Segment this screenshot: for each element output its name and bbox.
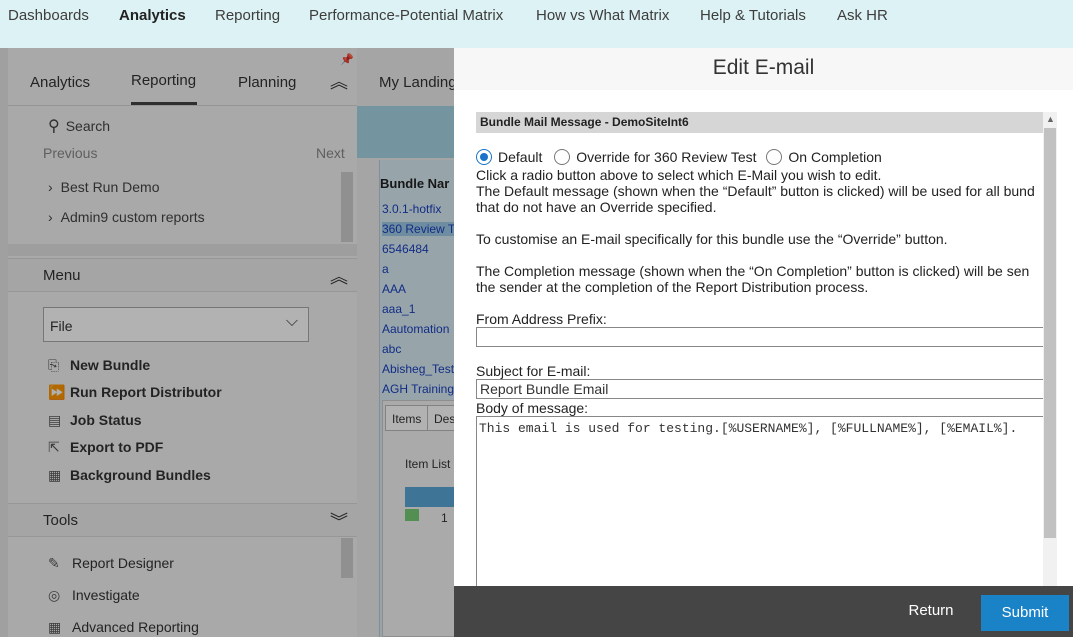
return-button[interactable]: Return	[893, 595, 969, 627]
edit-email-dialog: Edit E-mail Bundle Mail Message - DemoSi…	[454, 48, 1073, 637]
radio-button-override[interactable]	[554, 149, 571, 165]
nav-help-tutorials[interactable]: Help & Tutorials	[700, 7, 806, 24]
nav-how-vs-what-matrix[interactable]: How vs What Matrix	[536, 7, 669, 24]
dialog-footer: Return Submit	[454, 586, 1073, 637]
dialog-header: Edit E-mail	[454, 48, 1073, 90]
nav-dashboards[interactable]: Dashboards	[8, 7, 89, 24]
radio-on-completion[interactable]: On Completion	[766, 149, 882, 165]
nav-analytics[interactable]: Analytics	[119, 7, 186, 24]
body-label: Body of message:	[476, 400, 589, 416]
instruction-text: that do not have an Override specified.	[476, 199, 717, 215]
dialog-content: Bundle Mail Message - DemoSiteInt6 Defau…	[476, 112, 1043, 586]
nav-ask-hr[interactable]: Ask HR	[837, 7, 888, 24]
message-type-radio-group: Default Override for 360 Review Test On …	[476, 149, 882, 165]
dialog-title: Edit E-mail	[712, 56, 815, 79]
bundle-mail-message-bar: Bundle Mail Message - DemoSiteInt6	[476, 112, 1043, 133]
instruction-text: The Default message (shown when the “Def…	[476, 183, 1035, 199]
scroll-up-icon[interactable]: ▲	[1046, 114, 1055, 124]
nav-performance-potential-matrix[interactable]: Performance-Potential Matrix	[309, 7, 503, 24]
top-navigation-bar: Dashboards Analytics Reporting Performan…	[0, 0, 1073, 48]
instruction-text: The Completion message (shown when the “…	[476, 263, 1030, 279]
instruction-text: To customise an E-mail specifically for …	[476, 231, 948, 247]
radio-button-on-completion[interactable]	[766, 149, 783, 165]
submit-button[interactable]: Submit	[981, 595, 1069, 631]
body-textarea[interactable]: This email is used for testing.[%USERNAM…	[476, 416, 1043, 586]
modal-backdrop	[0, 48, 454, 637]
instruction-text: the sender at the completion of the Repo…	[476, 279, 869, 295]
from-address-field[interactable]	[476, 327, 1043, 347]
dialog-scrollbar[interactable]: ▲	[1043, 112, 1057, 586]
from-address-label: From Address Prefix:	[476, 311, 607, 327]
subject-label: Subject for E-mail:	[476, 363, 591, 379]
nav-reporting[interactable]: Reporting	[215, 7, 280, 24]
radio-button-default[interactable]	[476, 149, 492, 165]
instruction-text: Click a radio button above to select whi…	[476, 167, 882, 183]
subject-field[interactable]: Report Bundle Email	[476, 379, 1043, 399]
radio-override[interactable]: Override for 360 Review Test	[554, 149, 757, 165]
radio-default[interactable]: Default	[476, 149, 542, 165]
scrollbar-thumb[interactable]	[1044, 128, 1056, 538]
